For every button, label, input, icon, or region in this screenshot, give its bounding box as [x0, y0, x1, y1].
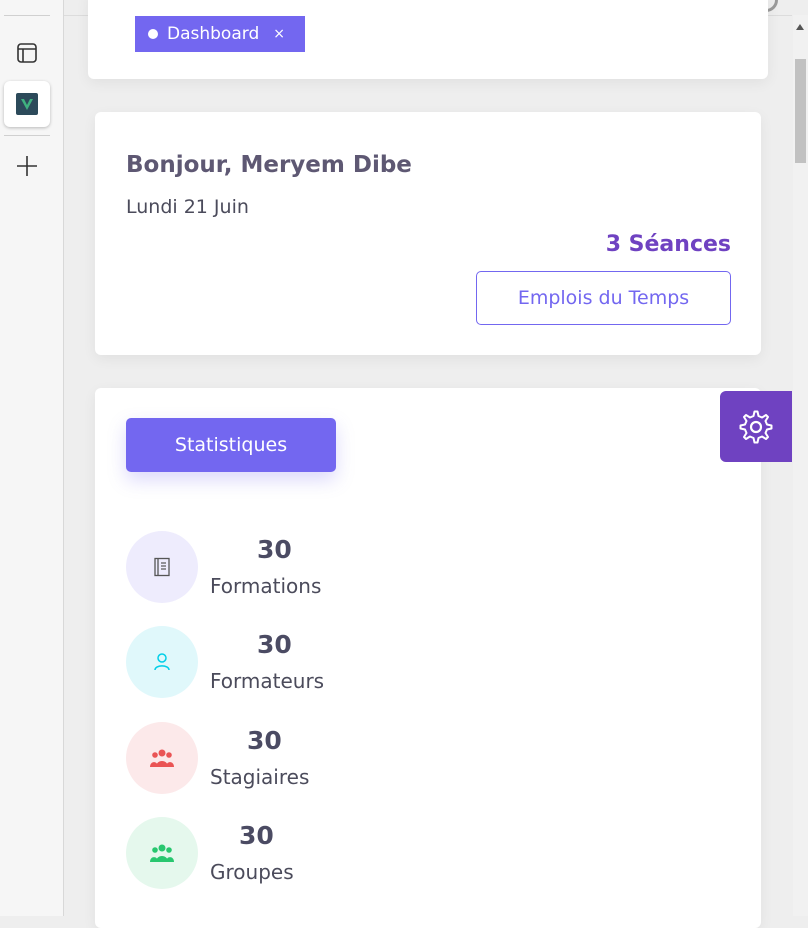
sessions-count: 3 Séances — [605, 232, 731, 257]
tabs-card: Dashboard × — [88, 0, 768, 79]
plus-icon — [17, 156, 37, 176]
active-dot-icon — [148, 29, 158, 39]
scroll-up-arrow-icon[interactable] — [796, 24, 804, 30]
stat-value: 30 — [247, 726, 282, 755]
sidebar-divider — [4, 15, 50, 16]
tab-close-icon[interactable]: × — [273, 26, 285, 42]
statistics-button[interactable]: Statistiques — [126, 418, 336, 472]
sidebar-divider — [4, 135, 50, 136]
app-logo-icon — [16, 93, 38, 115]
timetable-button[interactable]: Emplois du Temps — [476, 271, 731, 325]
add-shortcut-button[interactable] — [4, 143, 50, 189]
users-icon — [126, 817, 198, 889]
stat-label: Stagiaires — [210, 765, 310, 789]
stat-value: 30 — [257, 630, 292, 659]
settings-button[interactable] — [720, 391, 792, 462]
users-icon — [126, 722, 198, 794]
stat-value: 30 — [239, 821, 274, 850]
welcome-card: Bonjour, Meryem Dibe Lundi 21 Juin 3 Séa… — [95, 112, 761, 355]
user-icon — [126, 626, 198, 698]
browser-sidebar — [0, 0, 64, 916]
book-icon — [126, 531, 198, 603]
tab-label: Dashboard — [167, 24, 260, 44]
scroll-thumb[interactable] — [795, 59, 806, 163]
current-date: Lundi 21 Juin — [126, 196, 249, 218]
tab-dashboard[interactable]: Dashboard × — [135, 16, 305, 52]
stat-label: Formations — [210, 574, 322, 598]
statistics-card: Statistiques 30 Formations 30 Formateurs — [95, 388, 761, 928]
greeting-heading: Bonjour, Meryem Dibe — [126, 152, 412, 178]
stat-label: Formateurs — [210, 669, 325, 693]
gear-icon — [739, 410, 773, 443]
panel-toggle-button[interactable] — [4, 30, 50, 76]
app-shortcut-button[interactable] — [4, 81, 50, 127]
stat-label: Groupes — [210, 860, 294, 884]
page-scrollbar[interactable] — [793, 15, 808, 916]
stat-value: 30 — [257, 535, 292, 564]
panel-icon — [17, 43, 37, 63]
